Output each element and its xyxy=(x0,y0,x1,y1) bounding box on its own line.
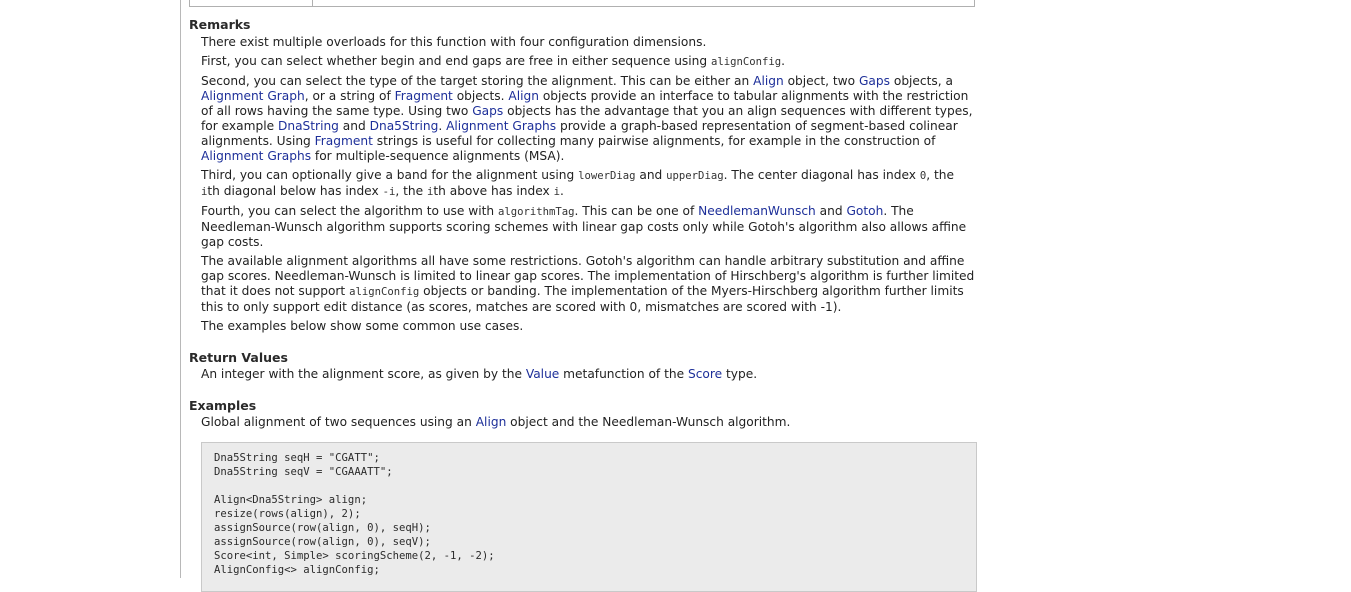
examples-heading: Examples xyxy=(189,398,257,413)
inline-code: alignConfig xyxy=(711,56,782,68)
text: Global alignment of two sequences using … xyxy=(201,415,476,429)
code-example: Dna5String seqH = "CGATT"; Dna5String se… xyxy=(201,442,977,592)
text: . xyxy=(560,184,564,199)
alignment-graphs-link[interactable]: Alignment Graphs xyxy=(201,149,311,163)
needlemanwunsch-link[interactable]: NeedlemanWunsch xyxy=(698,204,816,218)
value-link[interactable]: Value xyxy=(526,367,559,381)
code-line: Align<Dna5String> align; xyxy=(214,494,368,506)
code-line: Dna5String seqV = "CGAAATT"; xyxy=(214,466,393,478)
score-link[interactable]: Score xyxy=(688,367,722,381)
text: object and the Needleman-Wunsch algorith… xyxy=(506,415,791,429)
alignment-graphs-link[interactable]: Alignment Graphs xyxy=(446,119,556,133)
gaps-link[interactable]: Gaps xyxy=(859,74,890,88)
left-border xyxy=(180,0,181,578)
text: strings is useful for collecting many pa… xyxy=(372,134,936,149)
text: and xyxy=(815,204,847,218)
text: for multiple-sequence alignments (MSA). xyxy=(311,149,565,164)
code-line: assignSource(row(align, 0), seqV); xyxy=(214,536,431,548)
text: Third, you can optionally give a band fo… xyxy=(201,168,579,182)
text: object, two xyxy=(783,74,859,88)
align-link[interactable]: Align xyxy=(508,89,539,103)
text: . The center diagonal has index xyxy=(723,168,920,182)
return-values-heading: Return Values xyxy=(189,350,288,365)
text: and xyxy=(338,119,370,134)
align-link[interactable]: Align xyxy=(753,74,784,88)
remarks-paragraph-3: Second, you can select the type of the t… xyxy=(201,74,976,165)
code-line: assignSource(row(align, 0), seqH); xyxy=(214,522,431,534)
text: . xyxy=(781,54,786,68)
inline-code: alignConfig xyxy=(349,286,420,299)
gotoh-link[interactable]: Gotoh xyxy=(846,204,883,218)
remarks-paragraph-6: The available alignment algorithms all h… xyxy=(201,254,976,315)
remarks-paragraph-5: Fourth, you can select the algorithm to … xyxy=(201,204,976,250)
inline-code: upperDiag xyxy=(666,170,724,182)
text: Second, you can select the type of the t… xyxy=(201,74,754,88)
text: . This can be one of xyxy=(574,204,699,218)
text: type. xyxy=(722,367,758,381)
text: , the xyxy=(395,184,427,199)
parameters-table-bottom xyxy=(189,0,975,7)
text: An integer with the alignment score, as … xyxy=(201,367,526,381)
return-values-text: An integer with the alignment score, as … xyxy=(201,367,976,382)
remarks-paragraph-4: Third, you can optionally give a band fo… xyxy=(201,168,976,200)
text: . xyxy=(438,119,447,134)
remarks-paragraph-7: The examples below show some common use … xyxy=(201,319,524,333)
code-line: AlignConfig<> alignConfig; xyxy=(214,564,380,576)
documentation-page: Remarks There exist multiple overloads f… xyxy=(0,0,1351,592)
inline-code: algorithmTag xyxy=(498,206,575,218)
remarks-paragraph-1: There exist multiple overloads for this … xyxy=(201,35,707,49)
text: and xyxy=(635,168,667,182)
text: th above has index xyxy=(433,184,554,199)
code-line: Score<int, Simple> scoringScheme(2, -1, … xyxy=(214,550,495,562)
alignment-graph-link[interactable]: Alignment Graph xyxy=(201,89,305,103)
remarks-paragraph-2: First, you can select whether begin and … xyxy=(201,54,976,70)
text: First, you can select whether begin and … xyxy=(201,54,711,68)
inline-code: lowerDiag xyxy=(578,170,636,182)
text: , the xyxy=(926,168,954,182)
text: Fourth, you can select the algorithm to … xyxy=(201,204,498,218)
fragment-link[interactable]: Fragment xyxy=(395,89,453,103)
code-line: resize(rows(align), 2); xyxy=(214,508,361,520)
align-link[interactable]: Align xyxy=(476,415,507,429)
code-line: Dna5String seqH = "CGATT"; xyxy=(214,452,380,464)
dna5string-link[interactable]: Dna5String xyxy=(370,119,439,133)
text: metafunction of the xyxy=(559,367,688,381)
text: , or a string of xyxy=(304,89,395,104)
table-column-divider xyxy=(312,0,313,6)
inline-code: -i xyxy=(382,186,396,199)
dnastring-link[interactable]: DnaString xyxy=(278,119,339,133)
examples-text: Global alignment of two sequences using … xyxy=(201,415,976,430)
text: objects, a xyxy=(889,74,953,88)
text: th diagonal below has index xyxy=(207,184,383,199)
fragment-link[interactable]: Fragment xyxy=(315,134,373,148)
text: objects. xyxy=(452,89,509,104)
gaps-link[interactable]: Gaps xyxy=(472,104,503,118)
remarks-heading: Remarks xyxy=(189,17,251,32)
